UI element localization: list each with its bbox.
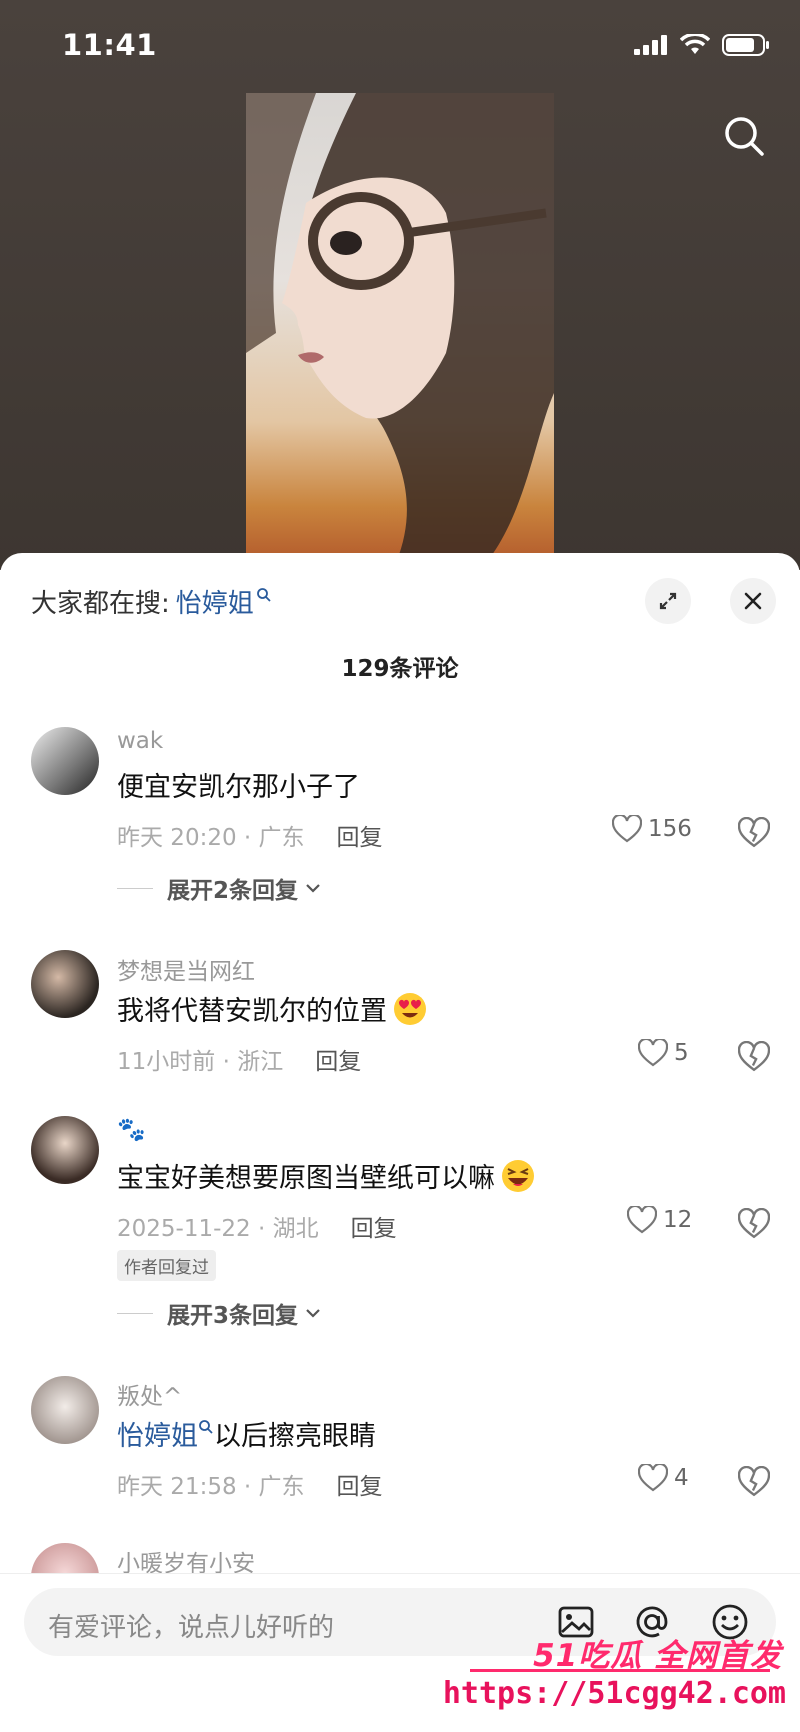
like-button[interactable]: 156 — [612, 815, 692, 843]
dislike-icon[interactable] — [738, 1208, 770, 1240]
like-button[interactable]: 12 — [627, 1206, 692, 1234]
like-count: 5 — [674, 1040, 689, 1066]
avatar[interactable] — [31, 1376, 99, 1444]
comment-text[interactable]: 宝宝好美想要原图当壁纸可以嘛 — [117, 1156, 537, 1195]
reply-button[interactable]: 回复 — [315, 1042, 361, 1076]
expand-replies-button[interactable]: 展开3条回复 — [117, 1296, 322, 1330]
heart-icon — [638, 1039, 668, 1067]
comment-meta: 2025-11-22 · 湖北 回复 — [117, 1209, 397, 1243]
reply-button[interactable]: 回复 — [351, 1209, 397, 1243]
watermark-url: https://51cgg42.com — [442, 1676, 786, 1711]
hot-search[interactable]: 大家都在搜: 怡婷姐 — [31, 583, 272, 620]
comment-time-location: 昨天 21:58 · 广东 — [117, 1474, 305, 1500]
comment-meta: 昨天 21:58 · 广东 回复 — [117, 1467, 383, 1501]
heart-icon — [627, 1206, 657, 1234]
close-button[interactable] — [730, 578, 776, 624]
status-bar: 11:41 — [0, 0, 800, 90]
heart-eyes-emoji-icon — [394, 992, 426, 1025]
author-replied-badge: 作者回复过 — [117, 1250, 216, 1281]
comment-count: 129条评论 — [341, 656, 459, 682]
reply-button[interactable]: 回复 — [337, 818, 383, 852]
chevron-down-icon — [306, 1309, 320, 1318]
like-count: 12 — [663, 1207, 693, 1233]
search-icon — [725, 117, 764, 156]
like-button[interactable]: 4 — [638, 1464, 689, 1492]
status-icons — [634, 34, 770, 56]
comment-time-location: 11小时前 · 浙江 — [117, 1049, 284, 1075]
like-count: 156 — [648, 816, 692, 842]
comment-meta: 11小时前 · 浙江 回复 — [117, 1042, 361, 1076]
status-time: 11:41 — [62, 28, 157, 62]
hot-search-keyword[interactable]: 怡婷姐 — [176, 583, 254, 620]
dislike-icon[interactable] — [738, 1041, 770, 1073]
comment-meta: 昨天 20:20 · 广东 回复 — [117, 818, 383, 852]
hot-search-label: 大家都在搜: — [31, 589, 170, 619]
video-area[interactable]: 11:41 — [0, 0, 800, 570]
comment-text[interactable]: 便宜安凯尔那小子了 — [117, 765, 360, 804]
chevron-down-icon — [306, 884, 320, 893]
mention-link[interactable]: 怡婷姐 — [117, 1414, 198, 1453]
comment-username[interactable]: 叛处^ — [117, 1377, 182, 1411]
avatar[interactable] — [31, 1116, 99, 1184]
expand-sheet-button[interactable] — [645, 578, 691, 624]
comment-username[interactable]: wak — [117, 728, 163, 754]
comment-text-content: 我将代替安凯尔的位置 — [117, 996, 387, 1027]
dislike-icon[interactable] — [738, 1466, 770, 1498]
expand-icon — [659, 592, 677, 610]
small-search-icon — [256, 587, 271, 602]
battery-icon — [722, 34, 769, 56]
dislike-icon[interactable] — [738, 817, 770, 849]
watermark-underline — [470, 1669, 770, 1672]
like-count: 4 — [674, 1465, 689, 1491]
comment-text[interactable]: 怡婷姐 以后擦亮眼睛 — [117, 1414, 376, 1453]
heart-icon — [612, 815, 642, 843]
wifi-icon — [680, 34, 710, 54]
comment-text-content: 以后擦亮眼睛 — [214, 1421, 376, 1452]
search-button[interactable] — [716, 108, 772, 164]
comment-username[interactable]: 梦想是当网红 — [117, 952, 255, 986]
heart-icon — [638, 1464, 668, 1492]
comment-text-content: 宝宝好美想要原图当壁纸可以嘛 — [117, 1163, 495, 1194]
avatar[interactable] — [31, 950, 99, 1018]
like-button[interactable]: 5 — [638, 1039, 689, 1067]
comment-username[interactable]: 🐾 — [117, 1116, 146, 1143]
expand-replies-button[interactable]: 展开2条回复 — [117, 871, 322, 905]
divider-line — [117, 887, 153, 889]
laughing-emoji-icon — [502, 1159, 534, 1192]
small-search-icon — [199, 1419, 213, 1434]
expand-replies-label: 展开3条回复 — [167, 1303, 299, 1329]
comment-time-location: 昨天 20:20 · 广东 — [117, 825, 305, 851]
reply-button[interactable]: 回复 — [337, 1467, 383, 1501]
comment-sheet: 大家都在搜: 怡婷姐 129条评论 wak 便宜安凯尔那小子了 昨天 20:20… — [0, 553, 800, 1732]
avatar[interactable] — [31, 727, 99, 795]
close-icon — [744, 592, 762, 610]
comment-text[interactable]: 我将代替安凯尔的位置 — [117, 989, 429, 1028]
comment-input-placeholder: 有爱评论，说点儿好听的 — [48, 1613, 335, 1643]
signal-icon — [634, 35, 667, 55]
divider-line — [117, 1312, 153, 1314]
expand-replies-label: 展开2条回复 — [167, 878, 299, 904]
comment-time-location: 2025-11-22 · 湖北 — [117, 1216, 319, 1242]
post-photo[interactable] — [246, 93, 554, 563]
